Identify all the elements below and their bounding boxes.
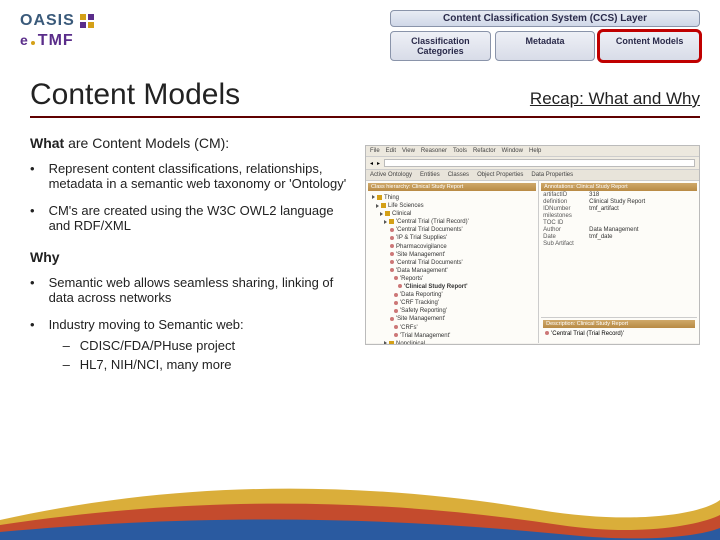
editor-right-pane: Annotations: Clinical Study Report artif… [539, 181, 699, 343]
editor-toolbar: ◂ ▸ [366, 157, 699, 170]
usage-header: Description: Clinical Study Report [543, 320, 695, 328]
what-heading-bold: What [30, 135, 64, 151]
list-item: Semantic web allows seamless sharing, li… [30, 275, 350, 305]
layer-cell-metadata: Metadata [495, 31, 596, 61]
footer-swoosh [0, 470, 720, 540]
usage-pane: Description: Clinical Study Report 'Cent… [541, 317, 697, 341]
etmf-dot-icon [31, 41, 35, 45]
editor-body: Class hierarchy: Clinical Study Report T… [366, 181, 699, 343]
right-pane-header: Annotations: Clinical Study Report [541, 183, 697, 191]
list-item: Industry moving to Semantic web: CDISC/F… [30, 317, 350, 376]
etmf-tmf: TMF [38, 32, 74, 50]
editor-menu: File Edit View Reasoner Tools Refactor W… [366, 146, 699, 157]
what-list: Represent content classifications, relat… [30, 161, 350, 233]
oasis-logo: OASIS [20, 12, 95, 30]
oasis-text: OASIS [20, 12, 75, 30]
page-title: Content Models [30, 78, 240, 112]
list-item: CM's are created using the W3C OWL2 lang… [30, 203, 350, 233]
etmf-e: e [20, 32, 28, 48]
layer-row: Classification Categories Metadata Conte… [390, 31, 700, 61]
oasis-icon [79, 13, 95, 29]
address-bar [384, 159, 695, 167]
layer-diagram: Content Classification System (CCS) Laye… [390, 10, 700, 61]
list-item: Represent content classifications, relat… [30, 161, 350, 191]
layer-cell-classification: Classification Categories [390, 31, 491, 61]
sub-item: CDISC/FDA/PHuse project [49, 338, 244, 353]
layer-top: Content Classification System (CCS) Laye… [390, 10, 700, 27]
left-pane-header: Class hierarchy: Clinical Study Report [368, 183, 536, 191]
why-heading: Why [30, 249, 350, 265]
annotations-list: artifactID318definitionClinical Study Re… [541, 192, 697, 248]
editor-left-pane: Class hierarchy: Clinical Study Report T… [366, 181, 539, 343]
etmf-logo: e TMF [20, 32, 95, 50]
bullet-icon [545, 331, 549, 335]
editor-tabs: Active Ontology Entities Classes Object … [366, 170, 699, 181]
recap-title: Recap: What and Why [530, 89, 700, 109]
content-column: What are Content Models (CM): Represent … [30, 135, 350, 388]
sub-list: CDISC/FDA/PHuse project HL7, NIH/NCI, ma… [49, 338, 244, 372]
ontology-editor-screenshot: File Edit View Reasoner Tools Refactor W… [365, 145, 700, 345]
forward-icon: ▸ [377, 160, 380, 167]
back-icon: ◂ [370, 160, 373, 167]
class-tree: ThingLife SciencesClinical'Central Trial… [368, 192, 536, 345]
what-heading-rest: are Content Models (CM): [64, 135, 229, 151]
what-heading: What are Content Models (CM): [30, 135, 350, 151]
layer-cell-content-models: Content Models [599, 31, 700, 61]
title-row: Content Models Recap: What and Why [30, 78, 700, 118]
why-list: Semantic web allows seamless sharing, li… [30, 275, 350, 376]
logo-area: OASIS e TMF [20, 12, 95, 50]
sub-item: HL7, NIH/NCI, many more [49, 357, 244, 372]
